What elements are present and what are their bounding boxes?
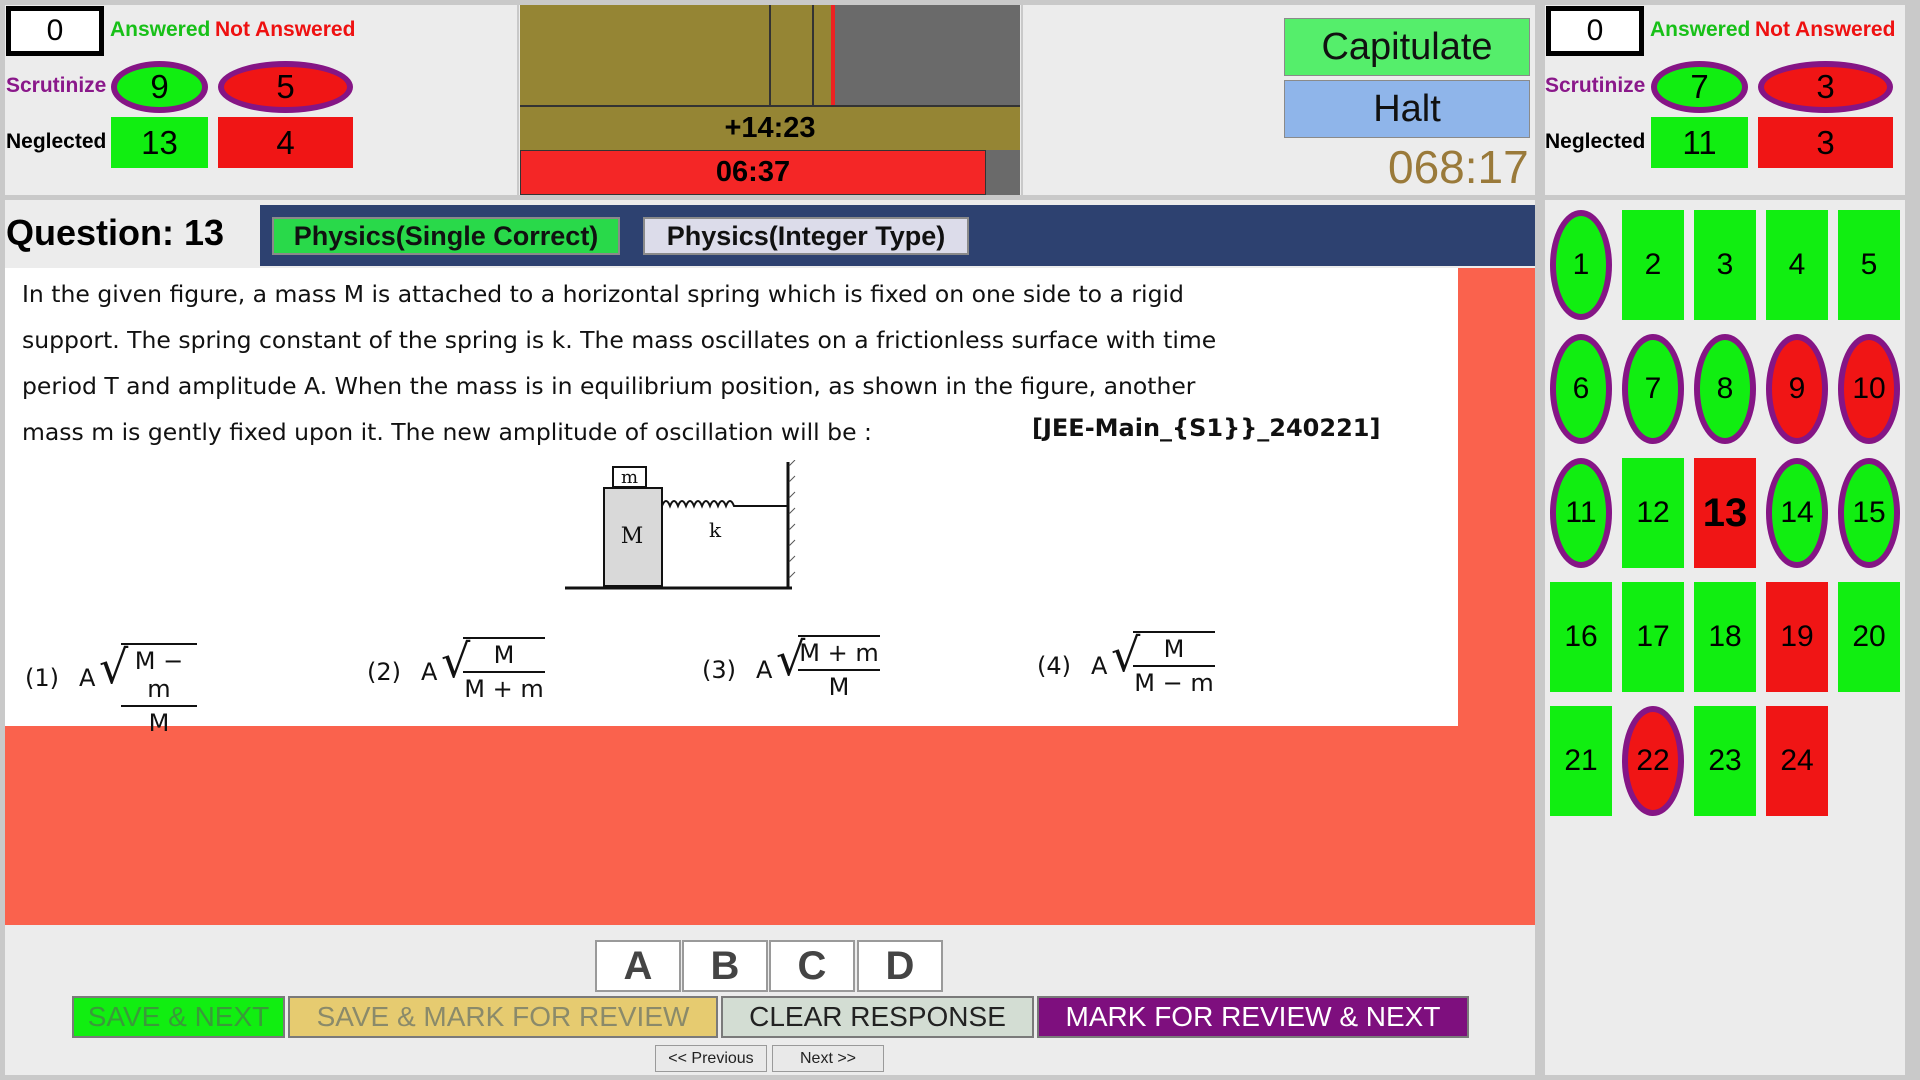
left-neglected-answered: 13 — [111, 117, 208, 168]
left-scrutinize-label: Scrutinize — [6, 74, 107, 97]
question-title: Question: 13 — [6, 212, 225, 253]
option-3-prefix: A — [756, 656, 773, 684]
palette-question-4[interactable]: 4 — [1766, 210, 1828, 320]
option-1: (1) A √ M − m M — [25, 640, 225, 737]
figure-spring-label: k — [709, 518, 722, 542]
question-content: In the given figure, a mass M is attache… — [5, 268, 1458, 737]
clear-response-button[interactable]: CLEAR RESPONSE — [721, 996, 1034, 1038]
answer-option-c[interactable]: C — [769, 940, 855, 992]
left-not-answered-label: Not Answered — [215, 18, 356, 41]
option-1-numerator: M − m — [121, 645, 197, 707]
capitulate-button[interactable]: Capitulate — [1284, 18, 1530, 76]
palette-question-5[interactable]: 5 — [1838, 210, 1900, 320]
answer-option-b[interactable]: B — [682, 940, 768, 992]
option-4: (4) A √ M M − m — [1037, 628, 1237, 698]
timer-countdown-bar: 06:37 — [520, 150, 986, 195]
figure-big-mass-label: M — [621, 524, 644, 549]
figure-small-mass-label: m — [621, 467, 638, 488]
option-3-number: (3) — [702, 656, 736, 684]
option-2-numerator: M — [463, 639, 545, 673]
save-next-button[interactable]: SAVE & NEXT — [72, 996, 285, 1038]
left-scrutinize-answered: 9 — [111, 61, 208, 113]
option-4-denominator: M − m — [1134, 669, 1214, 697]
option-1-fraction: M − m M — [121, 643, 197, 737]
option-1-prefix: A — [79, 664, 96, 692]
timer-offset-bar: +14:23 — [520, 105, 1020, 150]
question-source: [JEE-Main_{S1}}_240221] — [1032, 414, 1381, 442]
palette-question-11[interactable]: 11 — [1550, 458, 1612, 568]
spring-mass-figure: m M k — [565, 460, 796, 590]
palette-question-15[interactable]: 15 — [1838, 458, 1900, 568]
halt-button[interactable]: Halt — [1284, 80, 1530, 138]
save-mark-review-button[interactable]: SAVE & MARK FOR REVIEW — [288, 996, 718, 1038]
palette-question-2[interactable]: 2 — [1622, 210, 1684, 320]
timer-divider-2 — [812, 5, 814, 105]
right-scrutinize-not-answered: 3 — [1758, 61, 1893, 113]
question-palette: 1 2 3 4 5 6 7 8 9 10 11 12 13 14 15 16 17 18 19 20 21 22 23 24 — [1545, 200, 1905, 830]
left-neglected-not-answered: 4 — [218, 117, 353, 168]
palette-question-16[interactable]: 16 — [1550, 582, 1612, 692]
option-4-number: (4) — [1037, 652, 1071, 680]
question-text-line: mass m is gently fixed upon it. The new … — [22, 418, 872, 446]
timer-divider-1 — [769, 5, 771, 105]
palette-question-3[interactable]: 3 — [1694, 210, 1756, 320]
next-button[interactable]: Next >> — [772, 1045, 884, 1072]
palette-question-8[interactable]: 8 — [1694, 334, 1756, 444]
tab-physics-integer-type[interactable]: Physics(Integer Type) — [643, 217, 969, 255]
palette-question-14[interactable]: 14 — [1766, 458, 1828, 568]
option-4-prefix: A — [1091, 652, 1108, 680]
option-4-fraction: M M − m — [1133, 631, 1215, 697]
palette-question-22[interactable]: 22 — [1622, 706, 1684, 816]
right-neglected-not-answered: 3 — [1758, 117, 1893, 168]
left-answered-label: Answered — [110, 18, 211, 41]
timer-bar-gray — [833, 5, 1020, 105]
palette-question-19[interactable]: 19 — [1766, 582, 1828, 692]
right-answered-label: Answered — [1650, 18, 1751, 41]
option-3-denominator: M — [828, 673, 850, 701]
palette-question-6[interactable]: 6 — [1550, 334, 1612, 444]
palette-question-1[interactable]: 1 — [1550, 210, 1612, 320]
right-neglected-label: Neglected — [1545, 130, 1646, 153]
timer-marker — [831, 5, 835, 105]
palette-question-9[interactable]: 9 — [1766, 334, 1828, 444]
palette-question-23[interactable]: 23 — [1694, 706, 1756, 816]
tab-physics-single-correct[interactable]: Physics(Single Correct) — [272, 217, 620, 255]
left-count-box: 0 — [6, 6, 104, 56]
right-count-box: 0 — [1546, 6, 1644, 56]
palette-question-13[interactable]: 13 — [1694, 458, 1756, 568]
option-4-numerator: M — [1133, 633, 1215, 667]
left-neglected-label: Neglected — [6, 130, 107, 153]
right-scrutinize-label: Scrutinize — [1545, 74, 1646, 97]
palette-question-24[interactable]: 24 — [1766, 706, 1828, 816]
option-3: (3) A √ M + m M — [702, 632, 902, 702]
option-1-number: (1) — [25, 664, 59, 692]
option-2: (2) A √ M M + m — [367, 634, 567, 704]
palette-question-21[interactable]: 21 — [1550, 706, 1612, 816]
right-scrutinize-answered: 7 — [1651, 61, 1748, 113]
option-2-prefix: A — [421, 658, 438, 686]
option-2-denominator: M + m — [464, 675, 544, 703]
palette-question-20[interactable]: 20 — [1838, 582, 1900, 692]
right-neglected-answered: 11 — [1651, 117, 1748, 168]
exam-clock: 068:17 — [1388, 141, 1529, 193]
option-3-numerator: M + m — [798, 637, 880, 671]
palette-question-10[interactable]: 10 — [1838, 334, 1900, 444]
option-3-fraction: M + m M — [798, 635, 880, 701]
previous-button[interactable]: << Previous — [655, 1045, 767, 1072]
question-text-line: In the given figure, a mass M is attache… — [22, 280, 1184, 308]
answer-option-d[interactable]: D — [857, 940, 943, 992]
mark-review-next-button[interactable]: MARK FOR REVIEW & NEXT — [1037, 996, 1469, 1038]
question-text-line: support. The spring constant of the spri… — [22, 326, 1217, 354]
option-2-number: (2) — [367, 658, 401, 686]
option-2-fraction: M M + m — [463, 637, 545, 703]
right-not-answered-label: Not Answered — [1755, 18, 1896, 41]
palette-question-17[interactable]: 17 — [1622, 582, 1684, 692]
option-1-denominator: M — [148, 709, 170, 737]
palette-question-12[interactable]: 12 — [1622, 458, 1684, 568]
answer-option-a[interactable]: A — [595, 940, 681, 992]
palette-question-7[interactable]: 7 — [1622, 334, 1684, 444]
palette-question-18[interactable]: 18 — [1694, 582, 1756, 692]
question-text-line: period T and amplitude A. When the mass … — [22, 372, 1196, 400]
left-scrutinize-not-answered: 5 — [218, 61, 353, 113]
